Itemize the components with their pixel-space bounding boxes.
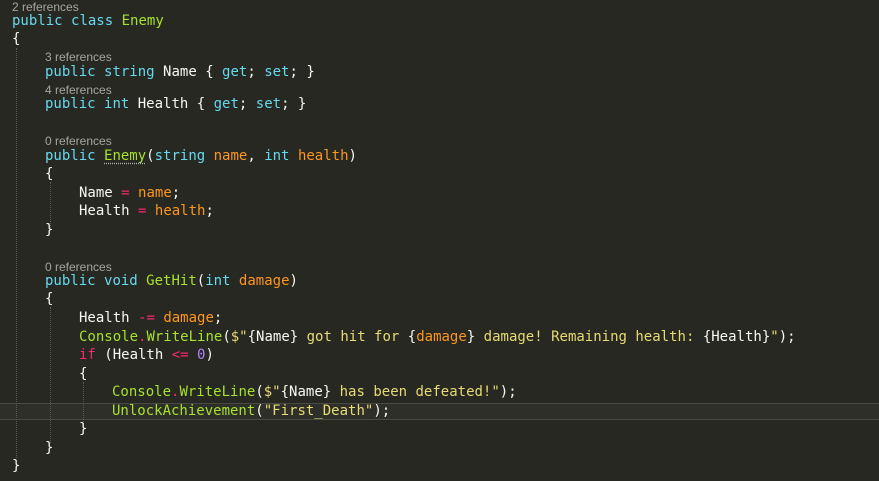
keyword: string	[104, 64, 155, 80]
keyword: public	[45, 64, 96, 80]
code-line-health-property[interactable]: public int Health { get; set; }	[0, 95, 879, 113]
code-line-brace[interactable]: {	[0, 290, 879, 308]
keyword: void	[104, 273, 138, 289]
code-line-brace[interactable]: {	[0, 165, 879, 183]
string-literal: "First_Death"	[263, 403, 374, 419]
keyword: int	[205, 273, 231, 289]
code-line-brace[interactable]: }	[0, 221, 879, 239]
keyword: get	[222, 64, 248, 80]
brace: {	[12, 31, 21, 47]
code-line-writeline-defeated[interactable]: Console.WriteLine($"{Name} has been defe…	[0, 383, 879, 401]
keyword: public	[12, 13, 63, 29]
code-line-if-health[interactable]: if (Health <= 0)	[0, 346, 879, 364]
property-name: Name	[163, 64, 197, 80]
keyword: set	[264, 64, 290, 80]
code-lens-constructor-references: 0 references	[0, 134, 879, 148]
parameter: damage	[238, 273, 290, 289]
code-line-writeline-hit[interactable]: Console.WriteLine($"{Name} got hit for {…	[0, 328, 879, 346]
code-line-brace[interactable]: }	[0, 439, 879, 457]
code-editor[interactable]: 2 references public class Enemy { 3 refe…	[0, 0, 879, 481]
method-call: WriteLine	[179, 384, 256, 400]
name-references-link[interactable]: 3 references	[45, 50, 112, 64]
class-ref: Console	[79, 329, 139, 345]
keyword: get	[213, 96, 239, 112]
code-line-brace[interactable]: }	[0, 457, 879, 475]
constructor-name: Enemy	[104, 148, 147, 164]
class-name: Enemy	[121, 13, 164, 29]
property-name: Health	[137, 96, 189, 112]
code-line-unlock-achievement[interactable]: UnlockAchievement("First_Death");	[0, 402, 879, 420]
keyword-if: if	[79, 347, 96, 363]
keyword: public	[45, 273, 96, 289]
code-line-assign-name[interactable]: Name = name;	[0, 184, 879, 202]
method-call: WriteLine	[146, 329, 223, 345]
code-line-subtract-health[interactable]: Health -= damage;	[0, 309, 879, 327]
keyword: int	[264, 148, 290, 164]
code-line-brace[interactable]: }	[0, 420, 879, 438]
code-line-name-property[interactable]: public string Name { get; set; }	[0, 63, 879, 81]
parameter: name	[213, 148, 248, 164]
property-ref: Name	[79, 185, 113, 201]
keyword: string	[154, 148, 206, 164]
code-line-constructor[interactable]: public Enemy(string name, int health)	[0, 147, 879, 165]
class-ref: Console	[112, 384, 172, 400]
code-line-assign-health[interactable]: Health = health;	[0, 202, 879, 220]
parameter-ref: health	[154, 203, 206, 219]
code-line-brace[interactable]: {	[0, 30, 879, 48]
property-ref: Health	[79, 203, 130, 219]
method-name: GetHit	[146, 273, 197, 289]
code-lens-name-references: 3 references	[0, 50, 879, 64]
keyword: set	[255, 96, 282, 112]
constructor-references-link[interactable]: 0 references	[45, 134, 112, 148]
parameter-ref: name	[138, 185, 172, 201]
code-line-gethit-method[interactable]: public void GetHit(int damage)	[0, 272, 879, 290]
code-line-brace[interactable]: {	[0, 365, 879, 383]
keyword: public	[45, 96, 96, 112]
property-ref: Health	[79, 310, 130, 326]
keyword: class	[71, 13, 114, 29]
keyword: public	[45, 148, 96, 164]
parameter-ref: damage	[163, 310, 214, 326]
parameter: health	[297, 148, 349, 164]
keyword: int	[104, 96, 130, 112]
method-call: UnlockAchievement	[112, 403, 256, 419]
code-line-class-declaration[interactable]: public class Enemy	[0, 12, 879, 30]
